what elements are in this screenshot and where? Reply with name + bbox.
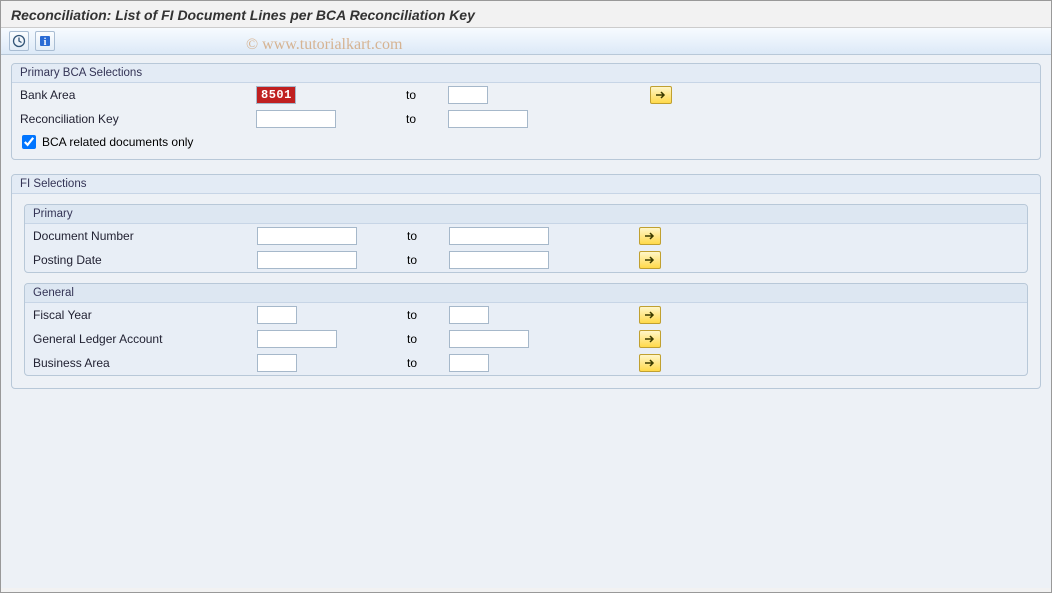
arrow-right-icon bbox=[644, 231, 656, 241]
row-bank-area: Bank Area to bbox=[12, 83, 1040, 107]
gl-account-to-input[interactable] bbox=[449, 330, 529, 348]
posting-date-from-input[interactable] bbox=[257, 251, 357, 269]
bank-area-label: Bank Area bbox=[20, 88, 250, 102]
recon-key-label: Reconciliation Key bbox=[20, 112, 250, 126]
group-primary-bca: Primary BCA Selections Bank Area to Reco… bbox=[11, 63, 1041, 160]
to-label: to bbox=[403, 229, 443, 243]
subgroup-general: General Fiscal Year to General Ledger Ac… bbox=[24, 283, 1028, 376]
recon-key-from-input[interactable] bbox=[256, 110, 336, 128]
doc-number-multiselect-button[interactable] bbox=[639, 227, 661, 245]
doc-number-to-input[interactable] bbox=[449, 227, 549, 245]
bca-only-checkbox[interactable] bbox=[22, 135, 36, 149]
business-area-from-input[interactable] bbox=[257, 354, 297, 372]
row-gl-account: General Ledger Account to bbox=[25, 327, 1027, 351]
gl-account-label: General Ledger Account bbox=[33, 332, 251, 346]
business-area-to-input[interactable] bbox=[449, 354, 489, 372]
arrow-right-icon bbox=[644, 334, 656, 344]
row-fiscal-year: Fiscal Year to bbox=[25, 303, 1027, 327]
fiscal-year-to-input[interactable] bbox=[449, 306, 489, 324]
bank-area-to-input[interactable] bbox=[448, 86, 488, 104]
clock-execute-icon bbox=[12, 34, 26, 48]
gl-account-multiselect-button[interactable] bbox=[639, 330, 661, 348]
info-button[interactable]: i bbox=[35, 31, 55, 51]
to-label: to bbox=[402, 88, 442, 102]
group-fi-selections-title: FI Selections bbox=[12, 175, 1040, 194]
row-doc-number: Document Number to bbox=[25, 224, 1027, 248]
to-label: to bbox=[403, 308, 443, 322]
to-label: to bbox=[403, 356, 443, 370]
subgroup-primary: Primary Document Number to Posting Date … bbox=[24, 204, 1028, 273]
business-area-label: Business Area bbox=[33, 356, 251, 370]
selection-screen: Primary BCA Selections Bank Area to Reco… bbox=[1, 55, 1051, 588]
subgroup-primary-title: Primary bbox=[25, 205, 1027, 224]
arrow-right-icon bbox=[655, 90, 667, 100]
group-primary-bca-title: Primary BCA Selections bbox=[12, 64, 1040, 83]
gl-account-from-input[interactable] bbox=[257, 330, 337, 348]
posting-date-label: Posting Date bbox=[33, 253, 251, 267]
to-label: to bbox=[403, 332, 443, 346]
bank-area-from-input[interactable] bbox=[256, 86, 296, 104]
business-area-multiselect-button[interactable] bbox=[639, 354, 661, 372]
subgroup-general-title: General bbox=[25, 284, 1027, 303]
arrow-right-icon bbox=[644, 358, 656, 368]
doc-number-from-input[interactable] bbox=[257, 227, 357, 245]
doc-number-label: Document Number bbox=[33, 229, 251, 243]
posting-date-to-input[interactable] bbox=[449, 251, 549, 269]
arrow-right-icon bbox=[644, 310, 656, 320]
svg-text:i: i bbox=[44, 37, 47, 48]
bca-only-label: BCA related documents only bbox=[42, 135, 193, 149]
app-toolbar: i bbox=[1, 28, 1051, 55]
fiscal-year-label: Fiscal Year bbox=[33, 308, 251, 322]
row-recon-key: Reconciliation Key to bbox=[12, 107, 1040, 131]
fiscal-year-from-input[interactable] bbox=[257, 306, 297, 324]
page-title: Reconciliation: List of FI Document Line… bbox=[1, 1, 1051, 28]
arrow-right-icon bbox=[644, 255, 656, 265]
fiscal-year-multiselect-button[interactable] bbox=[639, 306, 661, 324]
to-label: to bbox=[403, 253, 443, 267]
info-icon: i bbox=[38, 34, 52, 48]
row-bca-only: BCA related documents only bbox=[12, 131, 1040, 151]
execute-button[interactable] bbox=[9, 31, 29, 51]
recon-key-to-input[interactable] bbox=[448, 110, 528, 128]
group-fi-selections: FI Selections Primary Document Number to… bbox=[11, 174, 1041, 389]
row-business-area: Business Area to bbox=[25, 351, 1027, 375]
bank-area-multiselect-button[interactable] bbox=[650, 86, 672, 104]
to-label: to bbox=[402, 112, 442, 126]
posting-date-multiselect-button[interactable] bbox=[639, 251, 661, 269]
row-posting-date: Posting Date to bbox=[25, 248, 1027, 272]
